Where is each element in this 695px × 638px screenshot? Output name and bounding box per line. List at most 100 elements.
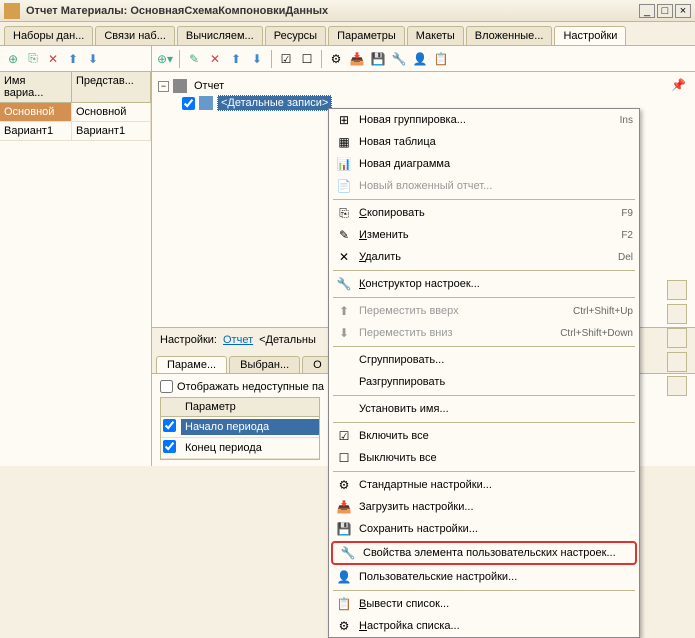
down-icon[interactable]: ⬇ (84, 50, 102, 68)
menu-item[interactable]: ✕УдалитьDel (329, 246, 639, 268)
tab-6[interactable]: Вложенные... (466, 26, 553, 45)
param-header[interactable]: Параметр (185, 401, 236, 413)
tab-0[interactable]: Наборы дан... (4, 26, 93, 45)
param-row[interactable]: Конец периода (161, 438, 319, 459)
menu-icon: 🔧 (335, 276, 353, 292)
menu-separator (333, 346, 635, 347)
col-pres[interactable]: Представ... (72, 72, 151, 102)
tab-4[interactable]: Параметры (328, 26, 405, 45)
side-btn-2[interactable] (667, 304, 687, 324)
menu-icon: ⬆ (335, 303, 353, 319)
menu-icon: ⊞ (335, 112, 353, 128)
menu-separator (333, 395, 635, 396)
check-all-icon[interactable]: ☑ (277, 50, 295, 68)
down-icon[interactable]: ⬇ (248, 50, 266, 68)
menu-icon: ✕ (335, 249, 353, 265)
menu-icon: ☐ (335, 450, 353, 466)
col-name[interactable]: Имя вариа... (0, 72, 72, 102)
tool3-icon[interactable]: 💾 (369, 50, 387, 68)
tree-child[interactable]: <Детальные записи> (217, 95, 332, 111)
up-icon[interactable]: ⬆ (227, 50, 245, 68)
menu-item[interactable]: 📊Новая диаграмма (329, 153, 639, 175)
settings-link-report[interactable]: Отчет (223, 334, 253, 346)
tree-root[interactable]: Отчет (191, 79, 227, 93)
param-checkbox[interactable] (163, 419, 176, 432)
side-btn-1[interactable] (667, 280, 687, 300)
menu-icon: ⚙ (335, 477, 353, 493)
window-title: Отчет Материалы: ОсновнаяСхемаКомпоновки… (26, 5, 639, 17)
delete-icon[interactable]: ✕ (206, 50, 224, 68)
tab-5[interactable]: Макеты (407, 26, 464, 45)
delete-icon[interactable]: ✕ (44, 50, 62, 68)
menu-icon (335, 374, 353, 390)
bottom-tab-0[interactable]: Параме... (156, 356, 227, 373)
menu-icon (335, 401, 353, 417)
show-unavailable-checkbox[interactable] (160, 380, 173, 393)
menu-item[interactable]: 🔧Конструктор настроек... (329, 273, 639, 295)
menu-item[interactable]: ⚙Настройка списка... (329, 615, 639, 637)
pin-icon[interactable]: 📌 (671, 78, 687, 94)
app-icon (4, 3, 20, 19)
menu-item[interactable]: ▦Новая таблица (329, 131, 639, 153)
menu-item[interactable]: 👤Пользовательские настройки... (329, 566, 639, 588)
menu-item[interactable]: ☐Выключить все (329, 447, 639, 469)
menu-item[interactable]: 💾Сохранить настройки... (329, 518, 639, 540)
menu-item: ⬇Переместить внизCtrl+Shift+Down (329, 322, 639, 344)
param-checkbox[interactable] (163, 440, 176, 453)
menu-item[interactable]: 📋Вывести список... (329, 593, 639, 615)
maximize-button[interactable]: □ (657, 4, 673, 18)
tool2-icon[interactable]: 📥 (348, 50, 366, 68)
menu-item[interactable]: ✎ИзменитьF2 (329, 224, 639, 246)
menu-item: ⬆Переместить вверхCtrl+Shift+Up (329, 300, 639, 322)
tab-2[interactable]: Вычисляем... (177, 26, 263, 45)
bottom-tab-1[interactable]: Выбран... (229, 356, 300, 373)
settings-label: Настройки: (160, 334, 217, 346)
tool1-icon[interactable]: ⚙ (327, 50, 345, 68)
menu-item[interactable]: ⎘СкопироватьF9 (329, 202, 639, 224)
variant-row[interactable]: ОсновнойОсновной (0, 103, 151, 122)
expander-icon[interactable]: − (158, 81, 169, 92)
variant-row[interactable]: Вариант1Вариант1 (0, 122, 151, 141)
param-row[interactable]: Начало периода (161, 417, 319, 438)
menu-icon: 📄 (335, 178, 353, 194)
menu-icon: ☑ (335, 428, 353, 444)
copy-icon[interactable]: ⎘ (24, 50, 42, 68)
menu-icon: 📥 (335, 499, 353, 515)
menu-item[interactable]: 🔧Свойства элемента пользовательских наст… (331, 541, 637, 565)
menu-item[interactable]: Установить имя... (329, 398, 639, 420)
up-icon[interactable]: ⬆ (64, 50, 82, 68)
close-button[interactable]: × (675, 4, 691, 18)
detail-icon (199, 96, 213, 110)
menu-item[interactable]: 📥Загрузить настройки... (329, 496, 639, 518)
menu-icon: ⬇ (335, 325, 353, 341)
tool5-icon[interactable]: 👤 (411, 50, 429, 68)
menu-item[interactable]: ⚙Стандартные настройки... (329, 474, 639, 496)
minimize-button[interactable]: _ (639, 4, 655, 18)
uncheck-all-icon[interactable]: ☐ (298, 50, 316, 68)
side-btn-5[interactable] (667, 376, 687, 396)
tab-7[interactable]: Настройки (554, 26, 626, 45)
tab-1[interactable]: Связи наб... (95, 26, 175, 45)
menu-separator (333, 297, 635, 298)
add-icon[interactable]: ⊕ (4, 50, 22, 68)
tool6-icon[interactable]: 📋 (432, 50, 450, 68)
menu-item[interactable]: Разгруппировать (329, 371, 639, 393)
tree-checkbox[interactable] (182, 97, 195, 110)
menu-item[interactable]: ☑Включить все (329, 425, 639, 447)
menu-item[interactable]: ⊞Новая группировка...Ins (329, 109, 639, 131)
menu-separator (333, 422, 635, 423)
tab-3[interactable]: Ресурсы (265, 26, 326, 45)
menu-icon: 📊 (335, 156, 353, 172)
add-icon[interactable]: ⊕▾ (156, 50, 174, 68)
edit-icon[interactable]: ✎ (185, 50, 203, 68)
menu-icon: ▦ (335, 134, 353, 150)
side-btn-4[interactable] (667, 352, 687, 372)
menu-icon: ⎘ (335, 205, 353, 221)
menu-item[interactable]: Сгруппировать... (329, 349, 639, 371)
report-icon (173, 79, 187, 93)
menu-separator (333, 590, 635, 591)
menu-icon: 🔧 (339, 545, 357, 561)
menu-separator (333, 199, 635, 200)
tool4-icon[interactable]: 🔧 (390, 50, 408, 68)
side-btn-3[interactable] (667, 328, 687, 348)
